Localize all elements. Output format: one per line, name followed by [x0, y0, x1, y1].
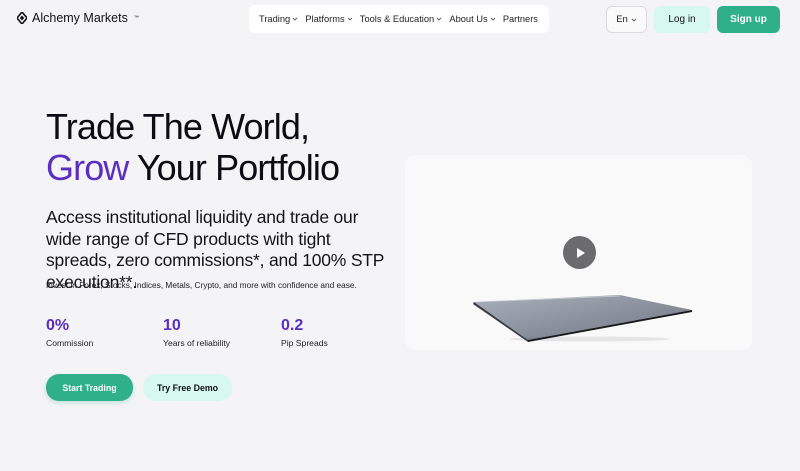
chevron-down-icon	[490, 17, 495, 21]
stat-label: Years of reliability	[163, 338, 231, 348]
play-icon	[576, 247, 585, 258]
hero-title-line1: Trade The World,	[46, 106, 310, 147]
signup-button[interactable]: Sign up	[717, 6, 780, 33]
stat-value: 10	[163, 317, 181, 334]
nav-item-label: Partners	[502, 14, 538, 24]
chevron-down-icon	[436, 17, 442, 21]
brand-logo[interactable]: Alchemy Markets ™	[17, 11, 139, 25]
language-label: En	[616, 14, 628, 25]
nav-item-tools-education[interactable]: Tools & Education	[360, 14, 442, 24]
stat-commission: 0% Commission	[46, 316, 93, 348]
hero-description: Invest in Forex, Stocks, Indices, Metals…	[46, 280, 357, 290]
try-free-demo-button[interactable]: Try Free Demo	[143, 374, 232, 401]
nav-item-platforms[interactable]: Platforms	[305, 14, 352, 24]
stat-value: 0.2	[281, 317, 304, 334]
hero-title-line2: Your Portfolio	[128, 147, 340, 188]
nav-item-trading[interactable]: Trading	[259, 14, 298, 24]
main-nav: Trading Platforms Tools & Education Abou…	[249, 5, 549, 33]
nav-item-label: Trading	[259, 14, 291, 24]
logo-mark-icon	[17, 12, 27, 24]
stat-years: 10 Years of reliability	[163, 316, 230, 348]
laptop-illustration	[473, 295, 692, 342]
brand-name: Alchemy Markets	[32, 11, 128, 25]
stat-label: Pip Spreads	[281, 338, 328, 348]
chevron-down-icon	[631, 18, 637, 22]
stat-value: 0%	[46, 317, 70, 334]
stat-pip-spreads: 0.2 Pip Spreads	[281, 316, 328, 348]
brand-trademark: ™	[133, 15, 139, 21]
hero-title: Trade The World, Grow Your Portfolio	[46, 106, 340, 188]
start-trading-button[interactable]: Start Trading	[46, 374, 133, 401]
chevron-down-icon	[292, 17, 298, 21]
nav-item-label: Tools & Education	[359, 14, 435, 24]
login-button[interactable]: Log in	[654, 6, 710, 33]
nav-item-label: Platforms	[305, 14, 345, 24]
nav-item-label: About Us	[449, 14, 488, 24]
video-play-button[interactable]	[563, 236, 596, 269]
hero-title-highlight: Grow	[46, 147, 129, 188]
nav-item-partners[interactable]: Partners	[503, 14, 538, 24]
nav-item-about-us[interactable]: About Us	[449, 14, 495, 24]
language-selector[interactable]: En	[606, 6, 647, 33]
stat-label: Commission	[46, 338, 94, 348]
chevron-down-icon	[347, 17, 352, 21]
